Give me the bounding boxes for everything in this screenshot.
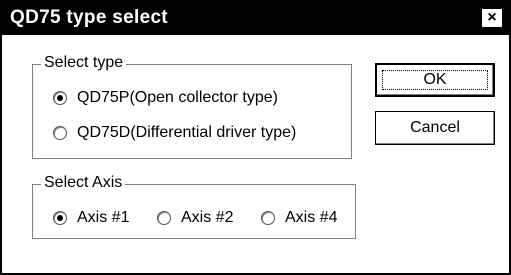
select-type-label: Select type [41, 54, 127, 72]
radio-checked-icon [53, 211, 67, 225]
radio-checked-icon [53, 91, 67, 105]
radio-axis-1-label: Axis #1 [77, 209, 130, 226]
close-button[interactable]: × [481, 8, 503, 28]
radio-unchecked-icon [261, 211, 275, 225]
radio-axis-2[interactable]: Axis #2 [157, 209, 233, 227]
radio-axis-2-label: Axis #2 [181, 209, 234, 226]
radio-qd75p-label: QD75P(Open collector type) [77, 89, 278, 106]
radio-unchecked-icon [53, 126, 67, 140]
radio-unchecked-icon [157, 211, 171, 225]
ok-button[interactable]: OK [375, 63, 495, 97]
radio-qd75d-label: QD75D(Differential driver type) [77, 124, 297, 141]
title-bar[interactable]: QD75 type select × [2, 2, 509, 35]
close-icon: × [487, 9, 497, 26]
select-axis-group: Select Axis Axis #1 Axis #2 Axis #4 [32, 174, 356, 239]
radio-axis-4-label: Axis #4 [285, 209, 338, 226]
radio-qd75p[interactable]: QD75P(Open collector type) [53, 89, 278, 107]
radio-axis-1[interactable]: Axis #1 [53, 209, 129, 227]
cancel-button-label: Cancel [410, 119, 460, 136]
dialog-title: QD75 type select [10, 7, 168, 28]
radio-axis-4[interactable]: Axis #4 [261, 209, 337, 227]
dialog-window: QD75 type select × Select type QD75P(Ope… [0, 0, 511, 275]
cancel-button[interactable]: Cancel [375, 111, 495, 145]
select-axis-label: Select Axis [41, 174, 126, 192]
focus-rect [382, 70, 488, 90]
select-type-group: Select type QD75P(Open collector type) Q… [32, 54, 352, 159]
radio-qd75d[interactable]: QD75D(Differential driver type) [53, 124, 296, 142]
